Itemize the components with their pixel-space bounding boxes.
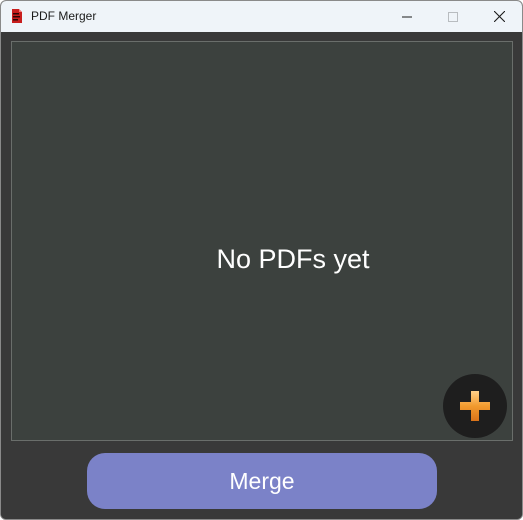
add-pdf-button[interactable] (443, 374, 507, 438)
app-window: PDF Merger No PDFs yet Merge (0, 0, 523, 520)
minimize-icon (402, 16, 412, 17)
maximize-button[interactable] (430, 1, 476, 32)
empty-state-message: No PDFs yet (216, 244, 370, 274)
merge-button[interactable]: Merge (87, 453, 437, 509)
pdf-list-drop-area[interactable]: No PDFs yet (11, 41, 513, 441)
maximize-icon (448, 11, 458, 22)
window-title: PDF Merger (31, 9, 97, 23)
close-button[interactable] (476, 1, 522, 32)
app-logo-icon (12, 9, 22, 23)
client-area: No PDFs yet Merge (1, 32, 522, 519)
plus-icon (460, 391, 490, 421)
close-icon (493, 11, 505, 22)
minimize-button[interactable] (384, 1, 430, 32)
title-bar[interactable]: PDF Merger (1, 1, 522, 32)
